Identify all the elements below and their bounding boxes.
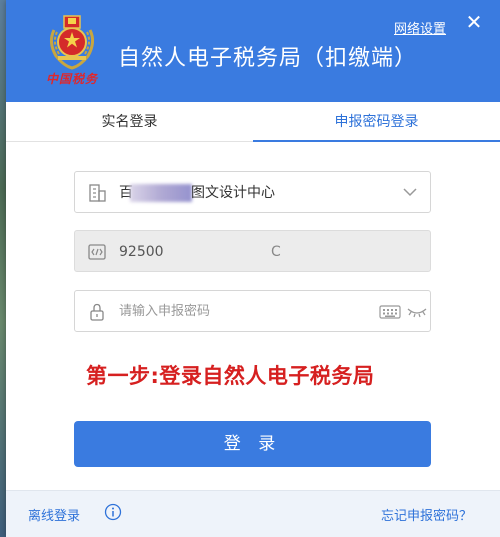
lock-icon [90, 303, 104, 321]
keyboard-icon[interactable] [379, 304, 401, 320]
building-icon [89, 184, 106, 202]
offline-login-link[interactable]: 离线登录 [28, 505, 80, 524]
login-button[interactable]: 登 录 [74, 421, 431, 467]
step-instruction: 第一步:登录自然人电子税务局 [86, 364, 375, 388]
chevron-down-icon[interactable] [402, 184, 418, 200]
company-name-suffix: 图文设计中心 [191, 185, 275, 201]
login-tabs: 实名登录 申报密码登录 [6, 102, 500, 142]
eye-closed-icon[interactable] [407, 305, 427, 319]
tab-real-name-login[interactable]: 实名登录 [6, 102, 253, 142]
login-window: 中国税务 自然人电子税务局（扣缴端） 网络设置 ✕ 实名登录 申报密码登录 百 … [6, 0, 500, 537]
redacted-tax-id [183, 241, 273, 263]
header-bar: 中国税务 自然人电子税务局（扣缴端） 网络设置 ✕ [6, 0, 500, 102]
network-settings-link[interactable]: 网络设置 [394, 18, 446, 37]
close-button[interactable]: ✕ [464, 12, 484, 32]
emblem-caption: 中国税务 [45, 72, 98, 86]
tax-id-field: 92500 C [74, 230, 431, 272]
tax-id-prefix: 92500 [119, 244, 164, 260]
redacted-company-name [130, 184, 192, 202]
info-icon[interactable] [104, 503, 122, 521]
password-input[interactable] [119, 291, 369, 331]
forgot-password-link[interactable]: 忘记申报密码？ [381, 505, 472, 524]
tax-id-tail: C [271, 244, 281, 260]
password-field [74, 290, 431, 332]
code-icon [88, 244, 106, 260]
company-select[interactable]: 百 图文设计中心 [74, 171, 431, 213]
close-icon: ✕ [465, 10, 483, 34]
tab-password-login[interactable]: 申报密码登录 [253, 102, 500, 142]
app-title: 自然人电子税务局（扣缴端） [118, 46, 418, 71]
footer-bar: 离线登录 忘记申报密码？ [6, 490, 500, 537]
tax-emblem-icon [49, 15, 95, 70]
